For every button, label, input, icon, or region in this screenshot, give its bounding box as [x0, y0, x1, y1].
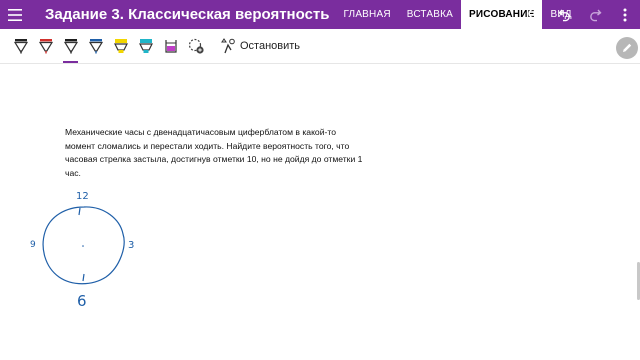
more-options-button[interactable]	[610, 0, 640, 29]
highlighter-icon	[113, 39, 128, 53]
tick-12	[78, 207, 81, 216]
undo-icon	[558, 9, 570, 21]
lasso-add-icon	[188, 38, 204, 54]
clock-sketch: 12 3 6 9	[30, 191, 134, 310]
clock-circle	[42, 206, 125, 285]
clock-label-3: 3	[128, 240, 134, 251]
highlighter-yellow-tool[interactable]	[108, 29, 133, 64]
highlighter-cyan-tool[interactable]	[133, 29, 158, 64]
redo-icon	[590, 9, 602, 21]
tab-home[interactable]: ГЛАВНАЯ	[336, 0, 399, 29]
lasso-add-tool[interactable]	[183, 29, 208, 64]
menu-icon	[8, 8, 22, 21]
problem-text: Механические часы с двенадцатичасовым ци…	[65, 127, 363, 178]
draw-toolbar: Остановить	[0, 29, 640, 64]
tick-6	[82, 273, 85, 282]
pen-blue-tool[interactable]	[83, 29, 108, 64]
undo-button[interactable]	[550, 0, 580, 29]
tab-insert[interactable]: ВСТАВКА	[399, 0, 461, 29]
highlighter-icon	[164, 40, 177, 53]
pencil-icon	[623, 43, 632, 52]
ink-to-shape-icon	[221, 38, 235, 54]
more-icon	[623, 8, 627, 21]
stop-button-label: Остановить	[240, 40, 301, 52]
pen-icon	[63, 39, 78, 54]
highlighter-purple-tool[interactable]	[158, 29, 183, 64]
document-title: Задание 3. Классическая вероятность	[45, 6, 330, 23]
pen-red-tool[interactable]	[33, 29, 58, 64]
pen-black-tool[interactable]	[8, 29, 33, 64]
pen-icon	[38, 39, 53, 54]
clock-label-9: 9	[30, 240, 36, 250]
clock-center	[82, 245, 84, 247]
highlighter-icon	[138, 39, 153, 53]
title-bar: Задание 3. Классическая вероятность ГЛАВ…	[0, 0, 640, 29]
search-button[interactable]	[520, 0, 550, 29]
clock-label-12: 12	[76, 191, 89, 202]
edit-button[interactable]	[616, 37, 638, 59]
title-actions	[520, 0, 640, 29]
clock-label-6: 6	[77, 292, 87, 310]
pen-icon	[13, 39, 28, 54]
redo-button[interactable]	[580, 0, 610, 29]
hamburger-menu-button[interactable]	[0, 0, 30, 29]
pen-dark-tool[interactable]	[58, 29, 83, 64]
search-icon	[528, 7, 542, 22]
pen-icon	[88, 39, 103, 54]
stop-button[interactable]: Остановить	[220, 29, 300, 64]
